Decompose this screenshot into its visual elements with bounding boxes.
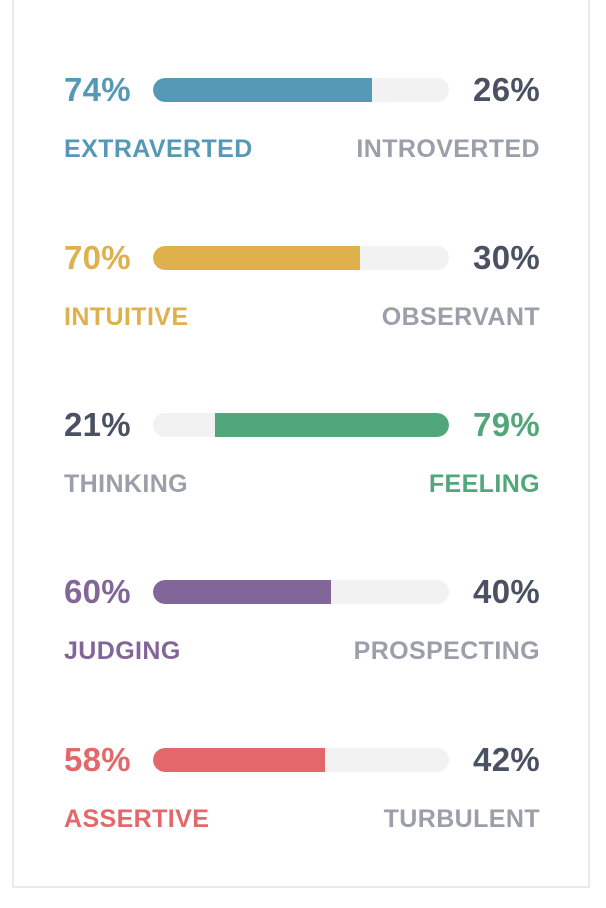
trait-row-mind: 74% 26% EXTRAVERTED INTROVERTED bbox=[0, 70, 606, 190]
turbulent-percent: 42% bbox=[473, 741, 540, 778]
tactics-trait-bar bbox=[153, 580, 449, 604]
extraverted-label: EXTRAVERTED bbox=[64, 135, 253, 163]
trait-row-nature: 21% 79% THINKING FEELING bbox=[0, 405, 606, 525]
nature-trait-bar-fill bbox=[215, 413, 449, 437]
intuitive-percent: 70% bbox=[64, 239, 131, 276]
judging-label: JUDGING bbox=[64, 637, 181, 665]
energy-trait-bar-fill bbox=[153, 246, 361, 270]
introverted-percent: 26% bbox=[473, 71, 540, 108]
observant-label: OBSERVANT bbox=[381, 303, 540, 331]
trait-row-tactics: 60% 40% JUDGING PROSPECTING bbox=[0, 572, 606, 692]
assertive-percent: 58% bbox=[64, 741, 131, 778]
assertive-label: ASSERTIVE bbox=[64, 805, 210, 833]
introverted-label: INTROVERTED bbox=[356, 135, 540, 163]
identity-trait-bar bbox=[153, 748, 449, 772]
thinking-percent: 21% bbox=[64, 406, 131, 443]
energy-trait-bar bbox=[153, 246, 449, 270]
mind-trait-bar-fill bbox=[153, 78, 373, 102]
mind-trait-bar bbox=[153, 78, 449, 102]
prospecting-percent: 40% bbox=[473, 573, 540, 610]
trait-row-energy: 70% 30% INTUITIVE OBSERVANT bbox=[0, 238, 606, 358]
identity-trait-bar-fill bbox=[153, 748, 325, 772]
observant-percent: 30% bbox=[473, 239, 540, 276]
feeling-percent: 79% bbox=[473, 406, 540, 443]
extraverted-percent: 74% bbox=[64, 71, 131, 108]
feeling-label: FEELING bbox=[428, 470, 540, 498]
trait-row-identity: 58% 42% ASSERTIVE TURBULENT bbox=[0, 740, 606, 860]
prospecting-label: PROSPECTING bbox=[353, 637, 540, 665]
thinking-label: THINKING bbox=[64, 470, 189, 498]
tactics-trait-bar-fill bbox=[153, 580, 331, 604]
nature-trait-bar bbox=[153, 413, 449, 437]
turbulent-label: TURBULENT bbox=[383, 805, 540, 833]
intuitive-label: INTUITIVE bbox=[64, 303, 189, 331]
judging-percent: 60% bbox=[64, 573, 131, 610]
